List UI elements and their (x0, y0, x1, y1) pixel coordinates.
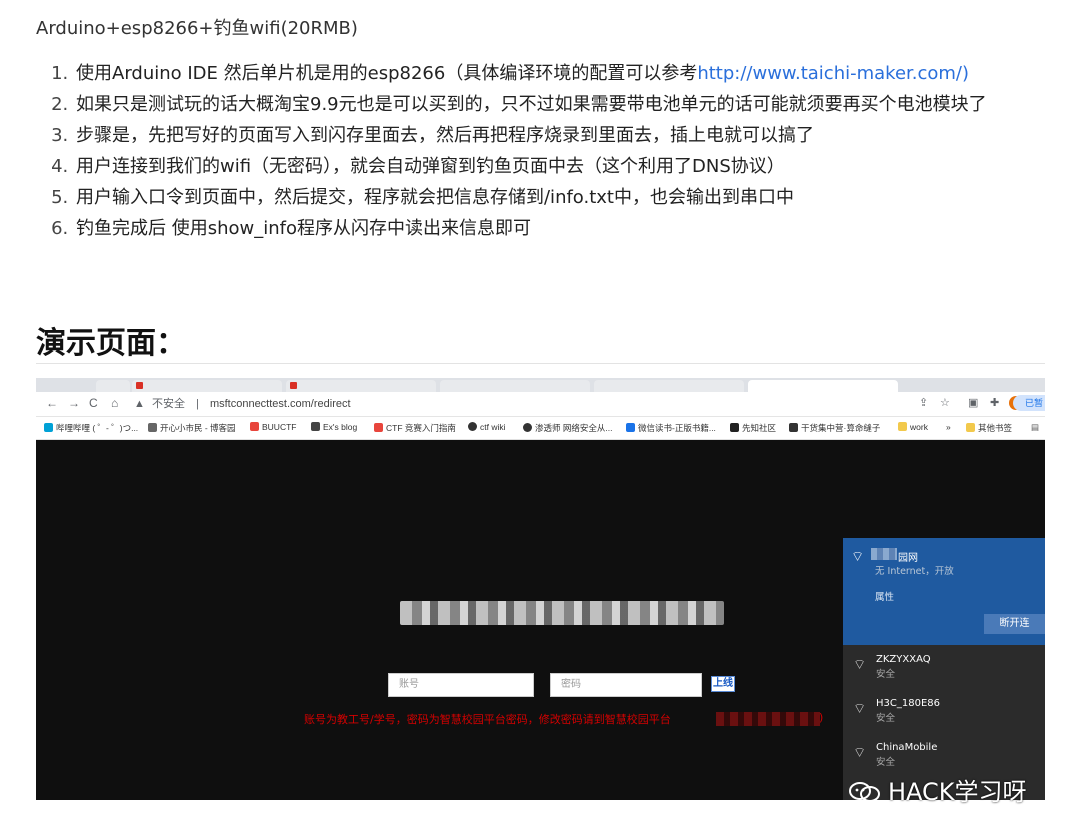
bookmark-ganhuo[interactable]: 干货集中营·算命缝子 (789, 422, 880, 434)
reading-list-icon[interactable]: ▤ (1031, 422, 1039, 433)
browser-toolbar: ← → C ⌂ ▲ 不安全 | msftconnecttest.com/redi… (36, 392, 1045, 417)
wifi-name: 园网 (898, 553, 918, 564)
browser-tab-active[interactable] (748, 380, 898, 392)
bookmark-weread[interactable]: 微信读书-正版书籍... (626, 422, 716, 434)
reload-icon[interactable]: C (89, 396, 98, 410)
watermark-text: HACK学习呀 (888, 778, 1027, 806)
forward-icon[interactable]: → (68, 396, 80, 410)
blurred-notice-link (716, 712, 820, 726)
bookmark-ctf-guide[interactable]: CTF 竞赛入门指南 (374, 422, 456, 434)
embedded-screenshot: ← → C ⌂ ▲ 不安全 | msftconnecttest.com/redi… (36, 378, 1045, 800)
demo-heading: 演示页面： (36, 326, 186, 361)
extensions-icon[interactable]: ✚ (990, 396, 999, 409)
portal-notice: 账号为教工号/学号，密码为智慧校园平台密码，修改密码请到智慧校园平台 (304, 713, 671, 726)
wifi-name: ChinaMobile (876, 742, 938, 753)
wechat-watermark: HACK学习呀 (848, 772, 1027, 807)
browser-tab[interactable] (440, 380, 590, 392)
security-label[interactable]: 不安全 (152, 398, 185, 410)
browser-tab[interactable] (96, 380, 130, 392)
wifi-status: 安全 (876, 713, 896, 724)
steps-list: 使用Arduino IDE 然后单片机是用的esp8266（具体编译环境的配置可… (36, 60, 1080, 246)
wifi-name: ZKZYXXAQ (876, 654, 931, 665)
wifi-icon: ⌔ (851, 549, 865, 565)
list-item: 用户输入口令到页面中，然后提交，程序就会把信息存储到/info.txt中，也会输… (74, 184, 1080, 212)
list-item: 用户连接到我们的wifi（无密码），就会自动弹窗到钓鱼页面中去（这个利用了DNS… (74, 153, 1080, 181)
bookmark-icon (250, 422, 259, 431)
account-input[interactable]: 账号 (388, 673, 534, 697)
tv-icon (44, 423, 53, 432)
address-separator: | (196, 398, 199, 410)
bookmark-buuctf[interactable]: BUUCTF (250, 422, 296, 432)
bookmark-icon (148, 423, 157, 432)
browser-tab[interactable] (132, 380, 282, 392)
bookmark-icon (523, 423, 532, 432)
wifi-icon: ⌔ (853, 657, 867, 673)
folder-icon (898, 422, 907, 431)
divider (36, 363, 1045, 364)
bookmark-cnblogs[interactable]: 开心小市民 - 博客园 (148, 422, 236, 434)
list-item: 如果只是测试玩的话大概淘宝9.9元也是可以买到的，只不过如果需要带电池单元的话可… (74, 91, 1080, 119)
portal-notice-end: ) (819, 711, 824, 724)
bookmarks-bar: 哔哩哔哩 ( ゜- ゜)つ... 开心小市民 - 博客园 BUUCTF Ex's… (36, 417, 1045, 440)
disconnect-button[interactable]: 断开连 (984, 614, 1045, 634)
bookmark-folder-other[interactable]: 其他书签 (966, 422, 1012, 434)
blurred-portal-title (400, 601, 724, 625)
bookmark-icon (789, 423, 798, 432)
list-item: 使用Arduino IDE 然后单片机是用的esp8266（具体编译环境的配置可… (74, 60, 1080, 88)
browser-tab[interactable] (594, 380, 744, 392)
wechat-icon (849, 782, 880, 802)
password-input[interactable]: 密码 (550, 673, 702, 697)
github-icon (468, 422, 477, 431)
wifi-flyout: ⌔ 园网 无 Internet，开放 属性 断开连 ⌔ ZKZYXXAQ 安全 … (843, 538, 1045, 800)
bookmark-bilibili[interactable]: 哔哩哔哩 ( ゜- ゜)つ... (44, 422, 138, 434)
article-title-line: Arduino+esp8266+钓鱼wifi(20RMB) (36, 18, 358, 39)
wifi-network-connected[interactable]: ⌔ 园网 无 Internet，开放 属性 断开连 (843, 538, 1045, 645)
bookmark-pentest[interactable]: 渗透师 网络安全从... (523, 422, 612, 434)
bookmark-icon (626, 423, 635, 432)
share-icon[interactable]: ⇪ (919, 396, 928, 409)
tab-search-icon[interactable]: ▣ (968, 396, 978, 409)
bookmark-ctf-wiki[interactable]: ctf wiki (468, 422, 506, 432)
wifi-status: 安全 (876, 669, 896, 680)
url-text: msftconnecttest.com/redirect (209, 398, 351, 410)
browser-tab[interactable] (286, 380, 436, 392)
wifi-icon: ⌔ (853, 745, 867, 761)
bookmark-icon (730, 423, 739, 432)
wifi-status: 安全 (876, 757, 896, 768)
list-item: 步骤是，先把写好的页面写入到闪存里面去，然后再把程序烧录到里面去，插上电就可以搞… (74, 122, 1080, 150)
bookmark-icon (311, 422, 320, 431)
bookmarks-overflow[interactable]: » (946, 422, 951, 432)
warning-icon: ▲ (134, 398, 145, 410)
blurred-ssid (871, 548, 897, 560)
bookmark-xianzhi[interactable]: 先知社区 (730, 422, 776, 434)
wifi-name: H3C_180E86 (876, 698, 940, 709)
list-item: 钓鱼完成后 使用show_info程序从闪存中读出来信息即可 (74, 215, 1080, 243)
wifi-status: 无 Internet，开放 (875, 566, 954, 577)
folder-icon (966, 423, 975, 432)
bookmark-ex-blog[interactable]: Ex's blog (311, 422, 357, 432)
home-icon[interactable]: ⌂ (111, 396, 118, 410)
browser-tab-strip (36, 378, 1045, 392)
bookmark-icon (374, 423, 383, 432)
login-button[interactable]: 上线 (711, 676, 735, 692)
back-icon[interactable]: ← (46, 396, 58, 410)
profile-button[interactable]: 已暂 (1013, 395, 1045, 411)
star-icon[interactable]: ☆ (940, 396, 950, 409)
bookmark-folder-work[interactable]: work (898, 422, 928, 432)
wifi-properties-link[interactable]: 属性 (875, 589, 894, 603)
taichi-maker-link[interactable]: http://www.taichi-maker.com/) (697, 63, 969, 84)
address-bar[interactable]: ▲ 不安全 | msftconnecttest.com/redirect (134, 395, 909, 413)
wifi-icon: ⌔ (853, 701, 867, 717)
